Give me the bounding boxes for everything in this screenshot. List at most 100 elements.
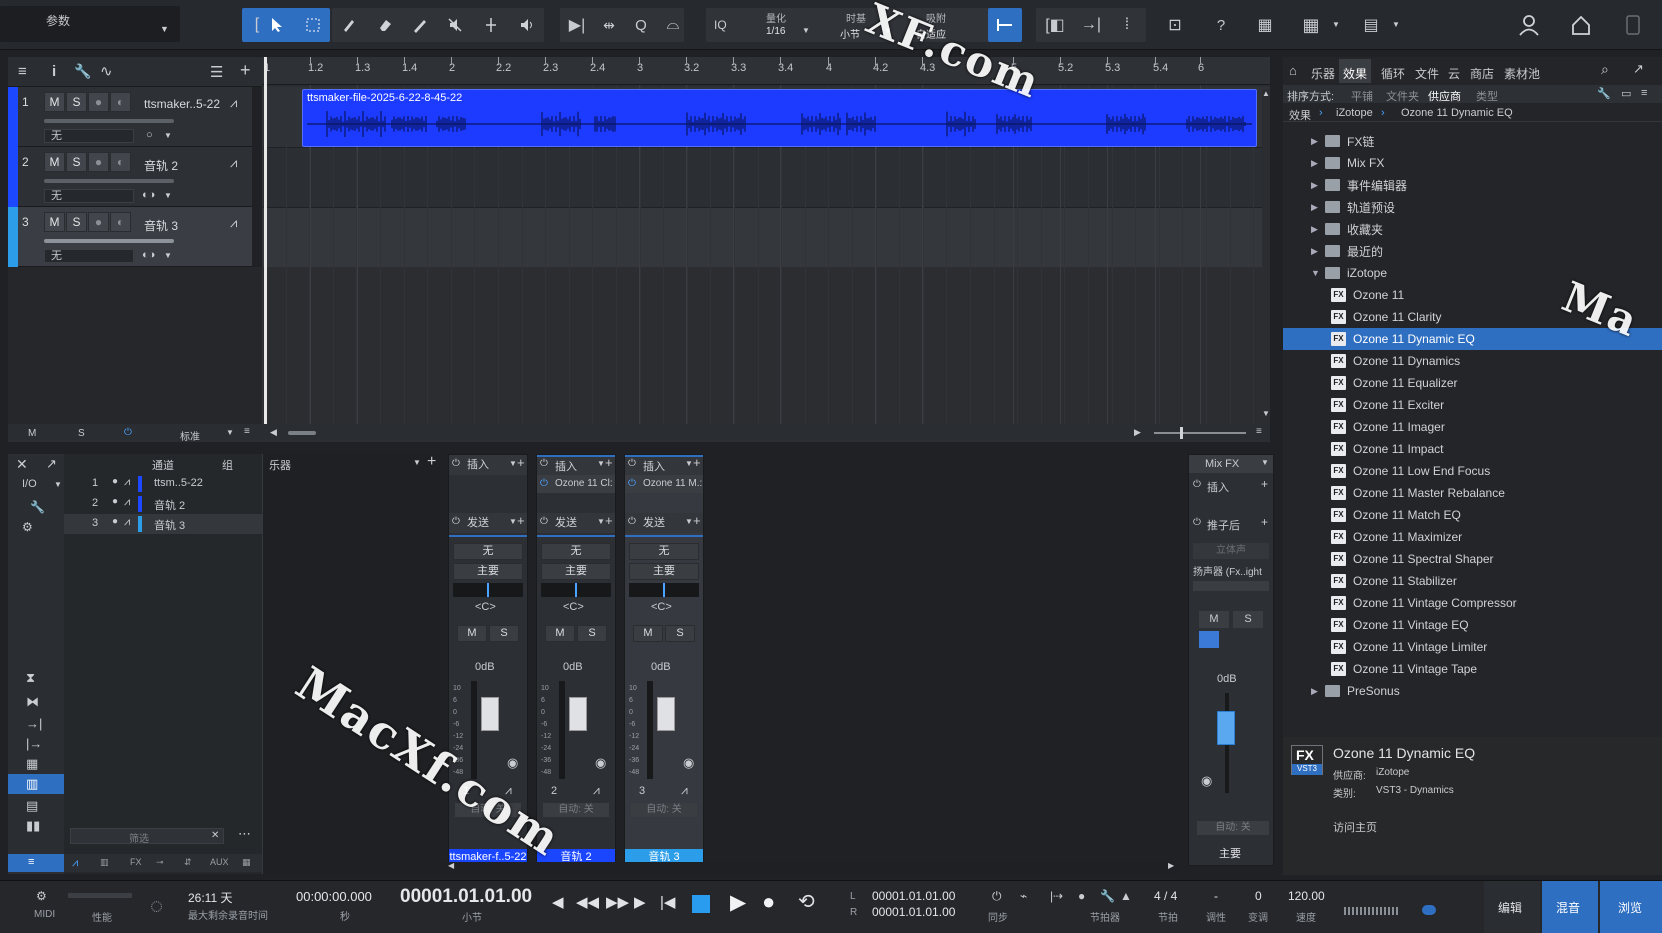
play-button[interactable]: ▶ — [730, 890, 746, 915]
track-volume-slider[interactable] — [44, 179, 174, 183]
arrow-tool-icon[interactable] — [260, 8, 294, 42]
list-icon[interactable]: ≡ — [244, 426, 250, 437]
pan-control[interactable] — [541, 583, 611, 597]
timebase-value[interactable]: 小节 — [840, 26, 860, 41]
scroll-left-icon[interactable]: ◀ — [270, 427, 277, 438]
rewind-icon[interactable]: ◀◀ — [576, 893, 599, 911]
record-arm-button[interactable]: ● — [88, 92, 109, 112]
list-icon[interactable]: ☰ — [210, 63, 223, 81]
master-mute-button[interactable]: M — [1199, 611, 1229, 628]
breadcrumb-item[interactable]: 效果 — [1289, 107, 1311, 123]
add-send-icon[interactable]: + — [693, 513, 701, 528]
master-solo-button[interactable]: S — [1233, 611, 1263, 628]
chevron-right-icon[interactable]: ▶ — [1311, 136, 1319, 147]
sort-type[interactable]: 类型 — [1476, 88, 1498, 104]
solo-button[interactable]: S — [577, 625, 607, 642]
split-tool-icon[interactable] — [474, 8, 508, 42]
master-pan[interactable] — [1193, 581, 1269, 591]
plugin-item[interactable]: FX Ozone 11 Stabilizer — [1283, 570, 1662, 592]
channel-list-row[interactable]: 3 ● ⩘ 音轨 3 — [64, 514, 262, 534]
params-dropdown[interactable]: 参数 ▼ — [0, 6, 180, 42]
chevron-right-icon[interactable]: ▶ — [1311, 224, 1319, 235]
close-icon[interactable]: ✕ — [16, 456, 28, 473]
chevron-down-icon[interactable]: ▼ — [685, 459, 693, 468]
browser-folder[interactable]: ▶ PreSonus — [1283, 680, 1662, 702]
visible-dot-icon[interactable]: ● — [112, 516, 118, 527]
browser-folder[interactable]: ▶ Mix FX — [1283, 152, 1662, 174]
pan-control[interactable] — [453, 583, 523, 597]
plugin-item[interactable]: FX Ozone 11 Impact — [1283, 438, 1662, 460]
track-row-selected[interactable]: 3 M S ● ◐ 音轨 3 ⩘ 无 ◐◑ ▼ — [8, 207, 252, 267]
mute-button[interactable]: M — [44, 152, 65, 172]
input-icon[interactable]: →| — [26, 716, 42, 731]
postfader-label[interactable]: 推子后 — [1207, 517, 1240, 533]
add-send-icon[interactable]: + — [517, 513, 525, 528]
vertical-scrollbar[interactable]: ▲ ▼ — [1262, 89, 1270, 419]
track-input-field[interactable]: 无 — [44, 129, 134, 143]
output-icon[interactable]: |→ — [26, 736, 42, 751]
precount-icon[interactable]: ⌁ — [1020, 889, 1027, 903]
list-view-button[interactable]: ≡ — [8, 854, 64, 872]
monitor-button[interactable]: ◐ — [110, 92, 131, 112]
time-signature[interactable]: 4 / 4 — [1154, 889, 1177, 903]
master-fader[interactable] — [1217, 711, 1235, 745]
bank-icon[interactable]: ▦ — [26, 756, 38, 772]
skip-start-icon[interactable]: |◀ — [660, 893, 675, 911]
horizontal-scrollbar[interactable] — [288, 431, 316, 435]
knob-icon[interactable]: ◉ — [595, 755, 606, 771]
stop-button[interactable] — [692, 895, 710, 913]
search-icon[interactable]: ⌕ — [1601, 61, 1609, 78]
browser-folder[interactable]: ▶ FX链 — [1283, 130, 1662, 152]
power-icon[interactable]: ⏻ — [452, 516, 460, 527]
add-instrument-icon[interactable]: + — [427, 453, 436, 471]
fast-forward-icon[interactable]: ▶▶ — [606, 893, 629, 911]
browser-folder[interactable]: ▶ 收藏夹 — [1283, 218, 1662, 240]
power-icon[interactable]: ⏻ — [628, 478, 636, 489]
track-volume-slider[interactable] — [44, 119, 174, 123]
plugin-item[interactable]: FX Ozone 11 Vintage EQ — [1283, 614, 1662, 636]
wrench-icon[interactable]: 🔧 — [74, 63, 91, 80]
visible-dot-icon[interactable]: ● — [112, 496, 118, 507]
power-icon[interactable]: ⏻ — [540, 478, 548, 489]
menu-icon[interactable]: ≡ — [18, 63, 27, 80]
track-volume-slider[interactable] — [44, 239, 174, 243]
insert-plugin-slot[interactable]: Ozone 11 Cl: — [537, 475, 615, 493]
power-icon[interactable]: ⏻ — [540, 458, 548, 469]
solo-button[interactable]: S — [489, 625, 519, 642]
home-icon[interactable] — [1564, 8, 1598, 42]
io-button[interactable]: I/O — [22, 478, 37, 490]
speaker-output[interactable]: 扬声器 (Fx..ight — [1193, 563, 1262, 578]
tab-routing-icon[interactable]: ⇵ — [184, 857, 192, 868]
visit-homepage-link[interactable]: 访问主页 — [1333, 819, 1377, 835]
collapse-icon[interactable]: ⧗ — [26, 670, 35, 686]
seconds-display[interactable]: 00:00:00.000 — [296, 889, 372, 904]
plugin-item[interactable]: FX Ozone 11 Vintage Limiter — [1283, 636, 1662, 658]
loop-icon[interactable]: ⟲ — [798, 889, 815, 914]
snap-value[interactable]: 自适应 — [916, 26, 946, 41]
insert-label[interactable]: 插入 — [1207, 479, 1229, 495]
track-row[interactable]: 1 M S ● ◐ ttsmaker..5-22 ⩘ 无 ○ ▼ — [8, 87, 252, 147]
channel-name[interactable]: 音轨 3 — [154, 517, 185, 533]
video-icon[interactable]: ▦ — [1248, 8, 1282, 42]
scroll-down-icon[interactable]: ▼ — [1262, 409, 1270, 418]
paint-tool-icon[interactable] — [403, 8, 437, 42]
breadcrumb-item[interactable]: Ozone 11 Dynamic EQ — [1401, 107, 1513, 119]
track-row[interactable]: 2 M S ● ◐ 音轨 2 ⩘ 无 ◐◑ ▼ — [8, 147, 252, 207]
more-icon[interactable]: ⋯ — [238, 826, 251, 842]
automation-mode[interactable]: 自动: 关 — [543, 803, 609, 817]
channel-list-row[interactable]: 2 ● ⩘ 音轨 2 — [64, 494, 262, 514]
chevron-down-icon[interactable]: ▼ — [509, 517, 517, 526]
plugin-item[interactable]: FX Ozone 11 Vintage Compressor — [1283, 592, 1662, 614]
chevron-down-icon[interactable]: ▼ — [597, 459, 605, 468]
view-mode-select[interactable]: 标准 — [180, 428, 200, 443]
browser-folder[interactable]: ▶ 最近的 — [1283, 240, 1662, 262]
knob-icon[interactable]: ◉ — [683, 755, 694, 771]
power-icon[interactable]: ⏻ — [628, 516, 636, 527]
plugin-item[interactable]: FX Ozone 11 Vintage Tape — [1283, 658, 1662, 680]
meter-icon[interactable]: ▮▮ — [26, 818, 40, 834]
volume-fader[interactable] — [481, 697, 499, 731]
browser-folder[interactable]: ▶ 轨道预设 — [1283, 196, 1662, 218]
expand-icon[interactable]: ⧓ — [26, 694, 39, 710]
plugin-item-selected[interactable]: FX Ozone 11 Dynamic EQ — [1283, 328, 1662, 350]
return-to-zero-icon[interactable]: ◀ — [552, 893, 564, 911]
